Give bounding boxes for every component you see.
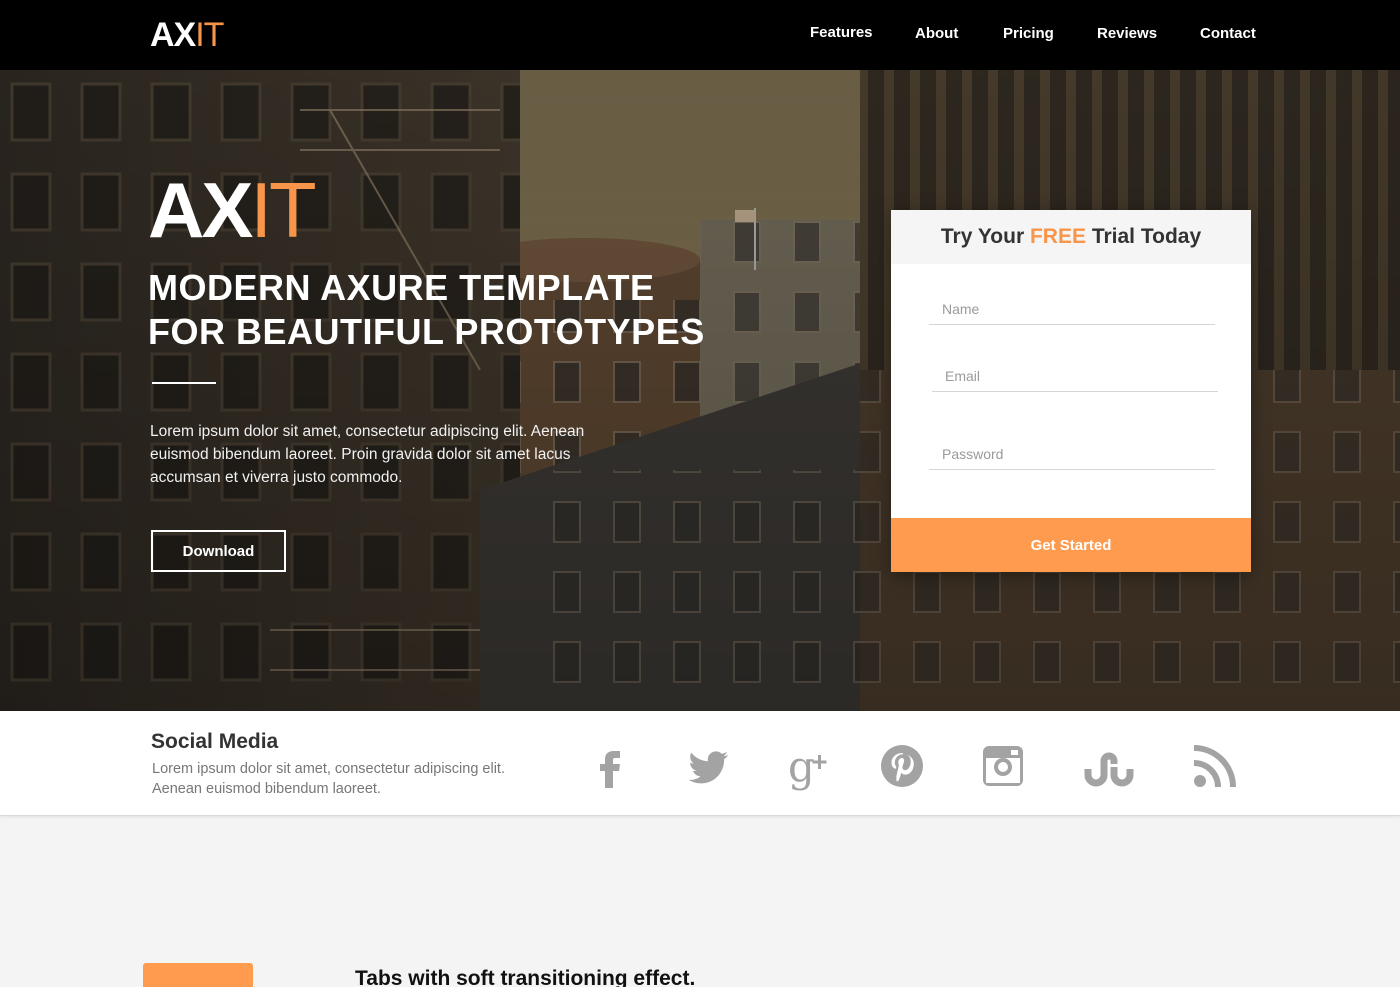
hero-logo-main: AX — [148, 166, 253, 254]
stumbleupon-icon[interactable] — [1082, 739, 1136, 793]
brand-logo-main: AX — [150, 16, 196, 54]
nav-link-pricing[interactable]: Pricing — [1003, 24, 1054, 44]
instagram-icon[interactable] — [976, 739, 1030, 793]
top-navbar: AXIT Features About Pricing Reviews Cont… — [0, 0, 1400, 70]
download-button[interactable]: Download — [151, 530, 286, 572]
facebook-icon[interactable] — [584, 739, 638, 793]
social-media-description: Lorem ipsum dolor sit amet, consectetur … — [152, 761, 505, 797]
signup-title-prefix: Try Your — [940, 225, 1025, 248]
password-field[interactable] — [929, 438, 1215, 470]
google-plus-icon[interactable]: g — [784, 739, 838, 793]
twitter-icon[interactable] — [680, 739, 734, 793]
nav-link-about[interactable]: About — [915, 24, 958, 44]
feature-tab-active[interactable] — [143, 963, 253, 987]
social-media-bar: Social Media Lorem ipsum dolor sit amet,… — [0, 711, 1400, 816]
get-started-button[interactable]: Get Started — [891, 518, 1251, 572]
nav-link-reviews[interactable]: Reviews — [1097, 24, 1157, 44]
signup-title-highlight: FREE — [1029, 225, 1086, 248]
hero-divider — [152, 382, 216, 384]
nav-link-features[interactable]: Features — [810, 23, 873, 43]
rss-icon[interactable] — [1188, 739, 1242, 793]
hero-logo-accent: IT — [250, 166, 316, 254]
hero-description: Lorem ipsum dolor sit amet, consectetur … — [150, 423, 585, 486]
name-field[interactable] — [929, 293, 1215, 325]
hero-section: AXIT MODERN AXURE TEMPLATE FOR BEAUTIFUL… — [0, 70, 1400, 711]
pinterest-icon[interactable] — [875, 739, 929, 793]
hero-headline-line2: FOR BEAUTIFUL PROTOTYPES — [148, 311, 705, 352]
hero-logo: AXIT — [148, 166, 317, 254]
hero-headline: MODERN AXURE TEMPLATE FOR BEAUTIFUL PROT… — [148, 266, 748, 354]
email-field[interactable] — [932, 360, 1218, 392]
hero-headline-line1: MODERN AXURE TEMPLATE — [148, 267, 655, 308]
brand-logo[interactable]: AXIT — [150, 15, 224, 55]
signup-form-title: Try Your FREE Trial Today — [891, 210, 1251, 264]
brand-logo-accent: IT — [195, 16, 224, 54]
signup-title-suffix: Trial Today — [1091, 225, 1202, 248]
features-section-title: Tabs with soft transitioning effect. — [355, 967, 696, 987]
svg-text:g: g — [788, 742, 815, 791]
trial-signup-form: Try Your FREE Trial Today Get Started — [891, 210, 1251, 572]
nav-link-contact[interactable]: Contact — [1200, 24, 1256, 44]
social-media-title: Social Media — [151, 730, 279, 753]
